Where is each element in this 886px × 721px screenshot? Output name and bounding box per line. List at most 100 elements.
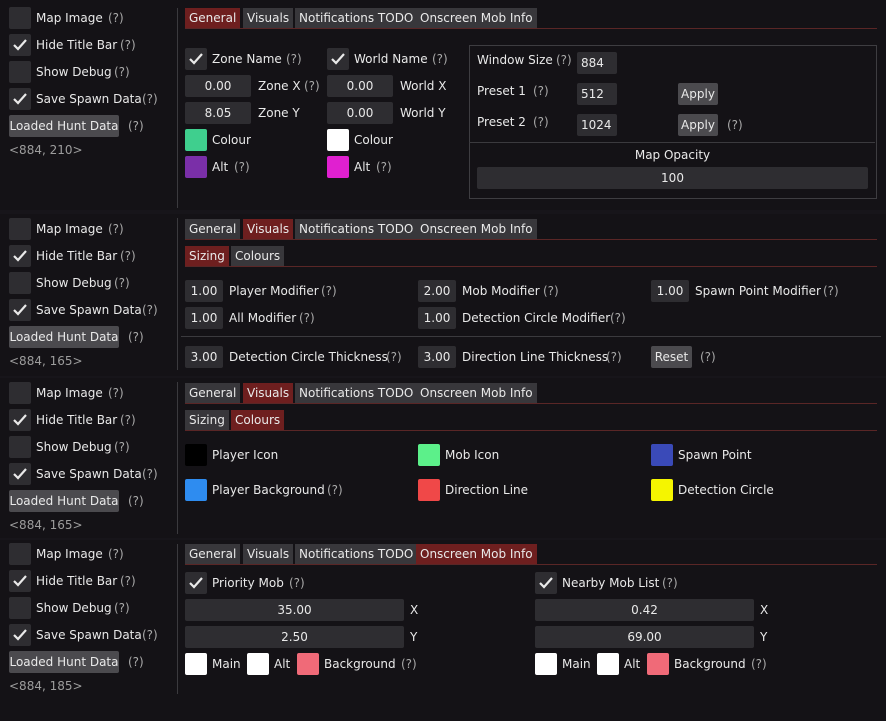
help-icon[interactable]: (?)	[114, 276, 130, 290]
map-image-checkbox[interactable]	[9, 543, 31, 565]
help-icon[interactable]: (?)	[120, 574, 136, 588]
help-icon[interactable]: (?)	[543, 284, 559, 298]
zone-y-input[interactable]: 8.05	[185, 102, 251, 124]
player-background-swatch[interactable]	[185, 479, 207, 501]
spawn-point-modifier-input[interactable]: 1.00	[651, 280, 689, 302]
help-icon[interactable]: (?)	[606, 350, 622, 364]
tab-notifications[interactable]: Notifications TODO	[295, 8, 418, 28]
nearby-mob-y-slider[interactable]: 69.00	[535, 626, 754, 648]
help-icon[interactable]: (?)	[128, 119, 144, 133]
help-icon[interactable]: (?)	[823, 284, 839, 298]
loaded-hunt-data-button[interactable]: Loaded Hunt Data	[9, 490, 119, 512]
save-spawn-data-checkbox[interactable]	[9, 88, 31, 110]
tab-visuals[interactable]: Visuals	[243, 544, 294, 564]
help-icon[interactable]: (?)	[751, 657, 767, 671]
tab-general[interactable]: General	[185, 383, 241, 403]
priority-main-swatch[interactable]	[185, 653, 207, 675]
help-icon[interactable]: (?)	[142, 467, 158, 481]
window-size-input[interactable]: 884	[577, 52, 617, 74]
world-y-input[interactable]: 0.00	[327, 102, 393, 124]
subtab-sizing[interactable]: Sizing	[185, 246, 229, 266]
help-icon[interactable]: (?)	[304, 79, 320, 93]
tab-visuals[interactable]: Visuals	[243, 8, 294, 28]
save-spawn-data-checkbox[interactable]	[9, 299, 31, 321]
world-x-input[interactable]: 0.00	[327, 75, 393, 97]
help-icon[interactable]: (?)	[142, 303, 158, 317]
map-image-checkbox[interactable]	[9, 7, 31, 29]
player-modifier-input[interactable]: 1.00	[185, 280, 223, 302]
tab-onscreen-mob-info[interactable]: Onscreen Mob Info	[416, 544, 537, 564]
subtab-colours[interactable]: Colours	[231, 410, 285, 430]
detection-circle-swatch[interactable]	[651, 479, 673, 501]
detection-circle-thickness-input[interactable]: 3.00	[185, 346, 223, 368]
nearby-background-swatch[interactable]	[647, 653, 669, 675]
show-debug-checkbox[interactable]	[9, 436, 31, 458]
all-modifier-input[interactable]: 1.00	[185, 307, 223, 329]
help-icon[interactable]: (?)	[114, 440, 130, 454]
show-debug-checkbox[interactable]	[9, 61, 31, 83]
tab-notifications[interactable]: Notifications TODO	[295, 219, 418, 239]
help-icon[interactable]: (?)	[142, 628, 158, 642]
help-icon[interactable]: (?)	[662, 576, 678, 590]
spawn-point-swatch[interactable]	[651, 444, 673, 466]
zone-x-input[interactable]: 0.00	[185, 75, 251, 97]
help-icon[interactable]: (?)	[432, 52, 448, 66]
direction-line-swatch[interactable]	[418, 479, 440, 501]
detection-circle-modifier-input[interactable]: 1.00	[418, 307, 456, 329]
priority-mob-y-slider[interactable]: 2.50	[185, 626, 404, 648]
map-image-checkbox[interactable]	[9, 218, 31, 240]
help-icon[interactable]: (?)	[128, 494, 144, 508]
save-spawn-data-checkbox[interactable]	[9, 463, 31, 485]
loaded-hunt-data-button[interactable]: Loaded Hunt Data	[9, 326, 119, 348]
hide-title-bar-checkbox[interactable]	[9, 34, 31, 56]
priority-mob-checkbox[interactable]	[185, 572, 207, 594]
help-icon[interactable]: (?)	[376, 160, 392, 174]
player-icon-swatch[interactable]	[185, 444, 207, 466]
tab-notifications[interactable]: Notifications TODO	[295, 544, 418, 564]
loaded-hunt-data-button[interactable]: Loaded Hunt Data	[9, 115, 119, 137]
tab-onscreen-mob-info[interactable]: Onscreen Mob Info	[416, 219, 537, 239]
show-debug-checkbox[interactable]	[9, 272, 31, 294]
help-icon[interactable]: (?)	[299, 311, 315, 325]
help-icon[interactable]: (?)	[128, 655, 144, 669]
help-icon[interactable]: (?)	[114, 601, 130, 615]
mob-icon-swatch[interactable]	[418, 444, 440, 466]
tab-onscreen-mob-info[interactable]: Onscreen Mob Info	[416, 8, 537, 28]
help-icon[interactable]: (?)	[120, 38, 136, 52]
hide-title-bar-checkbox[interactable]	[9, 570, 31, 592]
apply-preset2-button[interactable]: Apply	[678, 114, 718, 136]
map-image-checkbox[interactable]	[9, 382, 31, 404]
help-icon[interactable]: (?)	[610, 311, 626, 325]
tab-notifications[interactable]: Notifications TODO	[295, 383, 418, 403]
save-spawn-data-checkbox[interactable]	[9, 624, 31, 646]
help-icon[interactable]: (?)	[108, 386, 124, 400]
help-icon[interactable]: (?)	[108, 222, 124, 236]
help-icon[interactable]: (?)	[234, 160, 250, 174]
show-debug-checkbox[interactable]	[9, 597, 31, 619]
hide-title-bar-checkbox[interactable]	[9, 409, 31, 431]
tab-visuals[interactable]: Visuals	[243, 383, 294, 403]
help-icon[interactable]: (?)	[727, 118, 743, 132]
help-icon[interactable]: (?)	[321, 284, 337, 298]
help-icon[interactable]: (?)	[286, 52, 302, 66]
reset-button[interactable]: Reset	[651, 346, 692, 368]
help-icon[interactable]: (?)	[120, 413, 136, 427]
nearby-mob-list-checkbox[interactable]	[535, 572, 557, 594]
help-icon[interactable]: (?)	[386, 350, 402, 364]
help-icon[interactable]: (?)	[108, 11, 124, 25]
help-icon[interactable]: (?)	[700, 350, 716, 364]
help-icon[interactable]: (?)	[533, 84, 549, 98]
zone-name-checkbox[interactable]	[185, 48, 207, 70]
tab-general[interactable]: General	[185, 8, 241, 28]
hide-title-bar-checkbox[interactable]	[9, 245, 31, 267]
help-icon[interactable]: (?)	[120, 249, 136, 263]
map-opacity-slider[interactable]: 100	[477, 167, 868, 189]
direction-line-thickness-input[interactable]: 3.00	[418, 346, 456, 368]
subtab-sizing[interactable]: Sizing	[185, 410, 229, 430]
priority-mob-x-slider[interactable]: 35.00	[185, 599, 404, 621]
subtab-colours[interactable]: Colours	[231, 246, 285, 266]
tab-onscreen-mob-info[interactable]: Onscreen Mob Info	[416, 383, 537, 403]
help-icon[interactable]: (?)	[128, 330, 144, 344]
mob-modifier-input[interactable]: 2.00	[418, 280, 456, 302]
help-icon[interactable]: (?)	[142, 92, 158, 106]
